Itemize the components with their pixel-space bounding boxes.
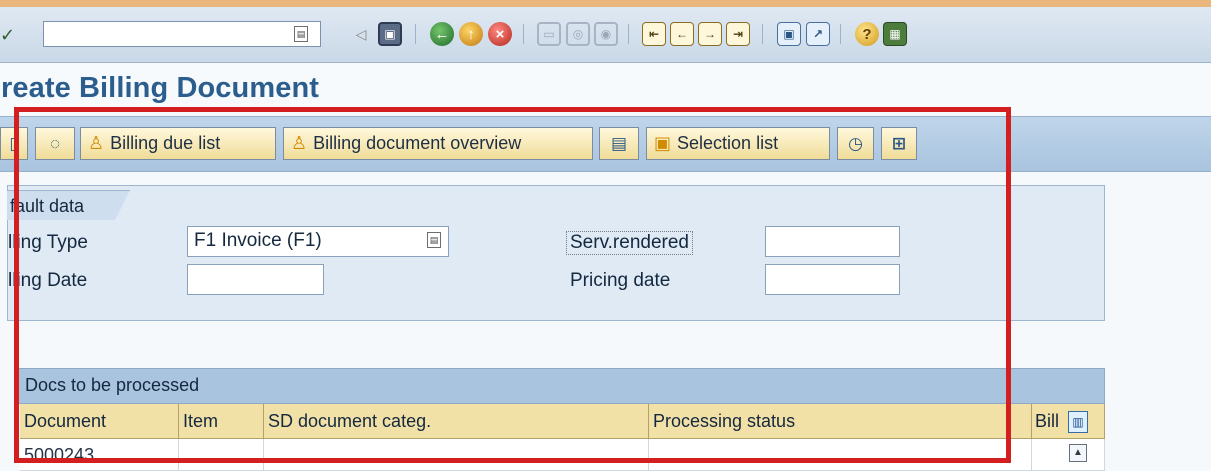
- table-settings-icon[interactable]: ▥: [1068, 411, 1088, 433]
- toolbar-separator: [415, 24, 416, 44]
- create-session-icon[interactable]: ▣: [777, 22, 801, 46]
- person-icon: ♙: [291, 133, 308, 153]
- docs-table-title: Docs to be processed: [15, 368, 1105, 404]
- shortcut-icon[interactable]: ↗: [806, 22, 830, 46]
- document-icon: ▯: [9, 133, 19, 153]
- find-next-icon[interactable]: ◉: [594, 22, 618, 46]
- command-dropdown-icon[interactable]: ▤: [294, 26, 308, 42]
- save-icon[interactable]: ▣: [378, 22, 402, 46]
- exit-icon[interactable]: ↑: [459, 22, 483, 46]
- column-header-item[interactable]: Item: [179, 404, 264, 439]
- serv-rendered-field[interactable]: [765, 226, 900, 257]
- next-page-icon[interactable]: →: [698, 22, 722, 46]
- pricing-date-field[interactable]: [765, 264, 900, 295]
- list-icon: ▤: [610, 133, 628, 153]
- selection-list-icon: ▣: [654, 133, 672, 153]
- serv-rendered-label: Serv.rendered: [566, 231, 693, 255]
- toolbar-separator: [523, 24, 524, 44]
- back-icon[interactable]: ◁: [349, 22, 373, 46]
- column-header-sd-document-category[interactable]: SD document categ.: [264, 404, 649, 439]
- toolbar-separator: [762, 24, 763, 44]
- list-button[interactable]: ▤: [599, 127, 639, 160]
- first-page-icon[interactable]: ⇤: [642, 22, 666, 46]
- default-data-frame: [7, 185, 1105, 321]
- table-cell-item[interactable]: [179, 439, 264, 471]
- check-icon: ✓: [0, 25, 16, 45]
- page-title: reate Billing Document: [1, 72, 320, 104]
- billing-document-overview-button[interactable]: ♙ Billing document overview: [283, 127, 593, 160]
- standard-toolbar: ✓ ▤ ◁ ▣ ← ↑ × ▭ ◎ ◉ ⇤ ← → ⇥ ▣ ↗ ? ▦: [0, 7, 1211, 63]
- selection-list-button[interactable]: ▣ Selection list: [646, 127, 830, 160]
- table-cell-processing-status[interactable]: [649, 439, 1032, 471]
- table-cell-document[interactable]: 5000243: [20, 439, 179, 471]
- help-icon[interactable]: ?: [855, 22, 879, 46]
- display-button[interactable]: ◌: [35, 127, 75, 160]
- scroll-up-button[interactable]: ▲: [1069, 444, 1087, 462]
- find-icon[interactable]: ◎: [566, 22, 590, 46]
- billing-due-list-button[interactable]: ♙ Billing due list: [80, 127, 276, 160]
- execute-button[interactable]: ◷: [837, 127, 874, 160]
- billing-date-label: lling Date: [8, 270, 88, 291]
- last-page-icon[interactable]: ⇥: [726, 22, 750, 46]
- billing-type-field[interactable]: F1 Invoice (F1): [187, 226, 449, 257]
- selection-list-label: Selection list: [677, 133, 779, 153]
- clock-icon: ◷: [848, 133, 863, 153]
- column-header-document[interactable]: Document: [20, 404, 179, 439]
- document-button[interactable]: ▯: [0, 127, 28, 160]
- command-input[interactable]: [44, 22, 320, 46]
- toolbar-separator: [628, 24, 629, 44]
- billing-document-overview-label: Billing document overview: [313, 133, 522, 153]
- dropdown-icon[interactable]: ▤: [427, 232, 441, 248]
- person-icon: ♙: [88, 133, 105, 153]
- new-document-button[interactable]: ⊞: [881, 127, 917, 160]
- print-icon[interactable]: ▭: [537, 22, 561, 46]
- pricing-date-label: Pricing date: [570, 270, 671, 291]
- layout-icon[interactable]: ▦: [883, 22, 907, 46]
- table-cell-sd-document-category[interactable]: [264, 439, 649, 471]
- billing-type-label: lling Type: [8, 232, 88, 253]
- default-data-tab: fault data: [7, 190, 130, 220]
- title-bar: reate Billing Document: [0, 64, 1211, 116]
- billing-due-list-label: Billing due list: [110, 133, 221, 153]
- application-toolbar: ▯ ◌ ♙ Billing due list ♙ Billing documen…: [0, 116, 1211, 172]
- previous-page-icon[interactable]: ←: [670, 22, 694, 46]
- column-header-processing-status[interactable]: Processing status: [649, 404, 1032, 439]
- billing-date-field[interactable]: [187, 264, 324, 295]
- command-field[interactable]: [43, 21, 321, 47]
- green-back-icon[interactable]: ←: [430, 22, 454, 46]
- cancel-icon[interactable]: ×: [488, 22, 512, 46]
- glasses-icon: ◌: [49, 133, 61, 153]
- toolbar-separator: [840, 24, 841, 44]
- new-document-icon: ⊞: [891, 133, 907, 153]
- top-accent-line: [0, 0, 1211, 7]
